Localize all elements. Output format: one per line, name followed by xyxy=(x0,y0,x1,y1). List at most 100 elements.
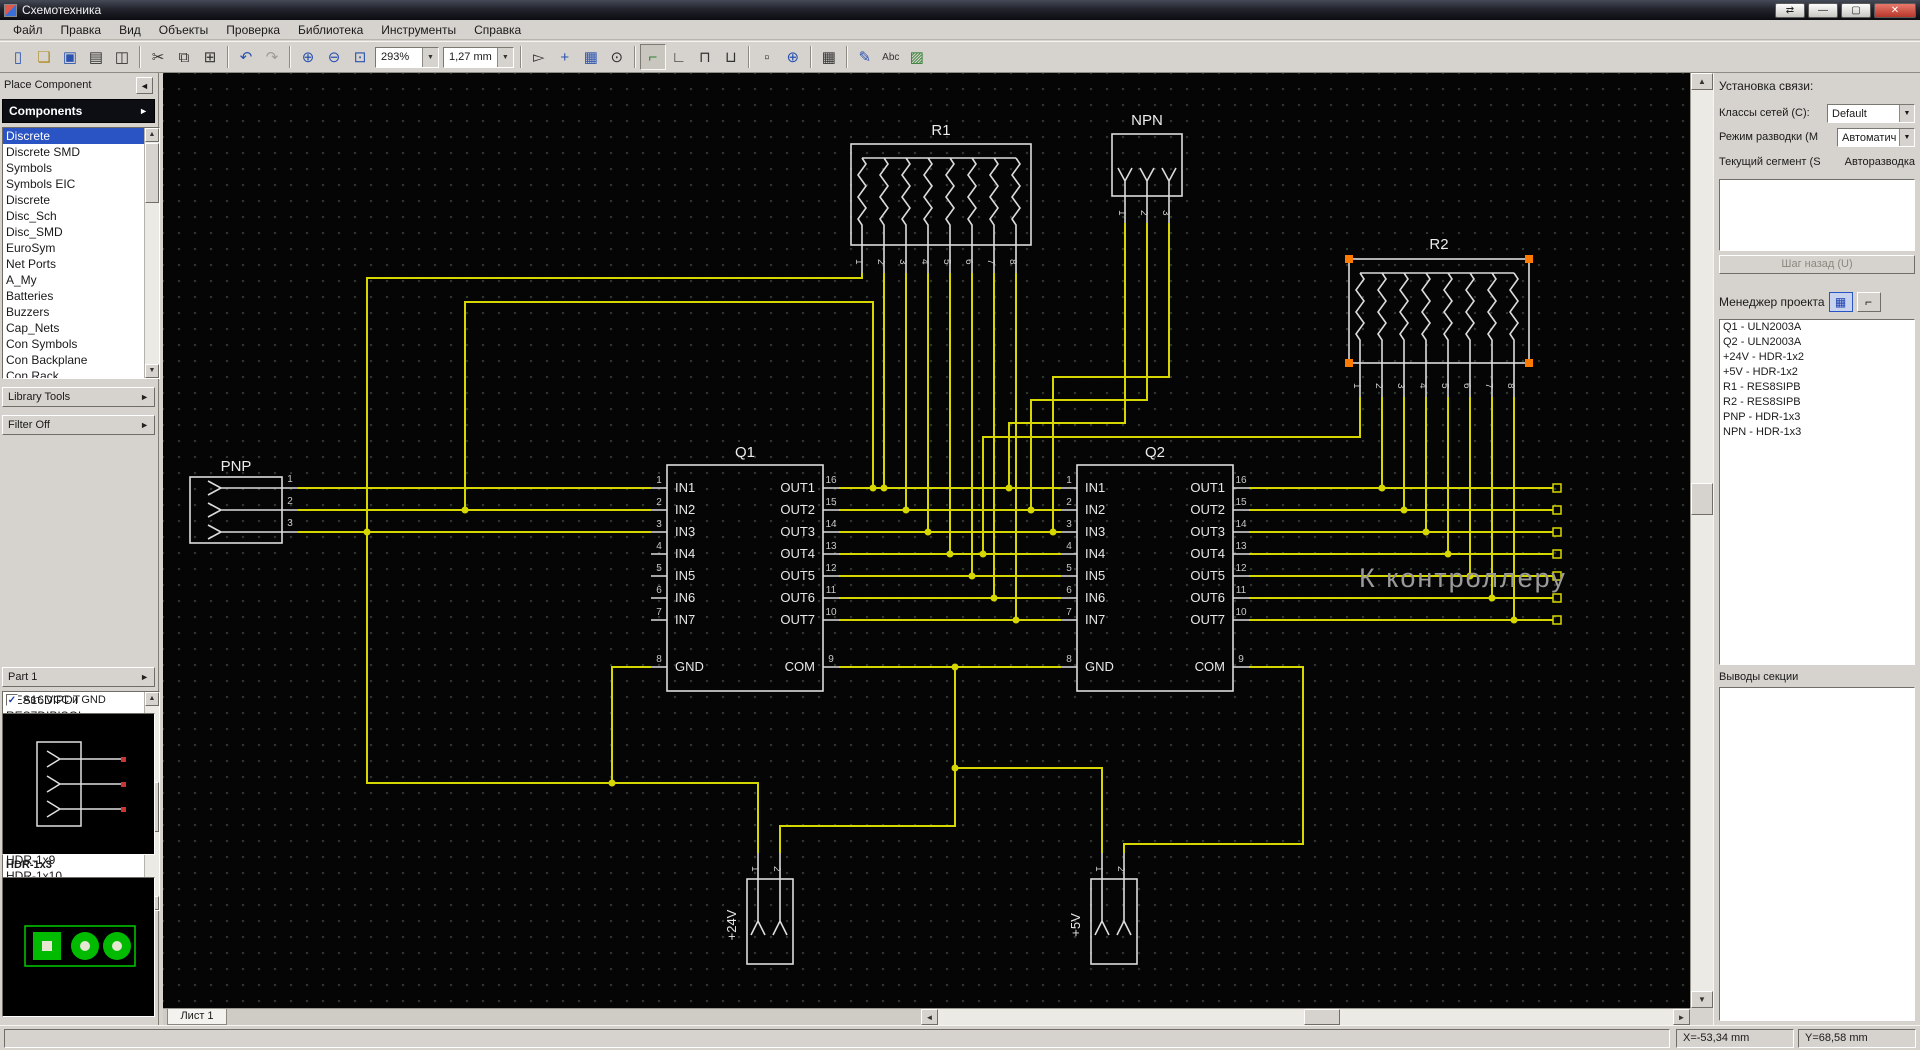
menu-item[interactable]: Проверка xyxy=(217,21,289,39)
wire[interactable] xyxy=(298,487,651,533)
library-list-scrollbar[interactable]: ▲ ▼ xyxy=(144,128,159,378)
project-component-item[interactable]: +24V - HDR-1x2 xyxy=(1720,350,1914,365)
title-bar[interactable]: Схемотехника ⇄ — ▢ ✕ xyxy=(0,0,1920,20)
cut-button[interactable]: ✂ xyxy=(145,44,171,70)
place-pad-button[interactable]: ▫ xyxy=(754,44,780,70)
library-list-item[interactable]: Discrete xyxy=(3,192,144,208)
chevron-down-icon[interactable]: ▼ xyxy=(1899,128,1914,146)
menu-item[interactable]: Библиотека xyxy=(289,21,372,39)
wire[interactable] xyxy=(366,273,1361,853)
project-component-item[interactable]: R1 - RES8SIPB xyxy=(1720,380,1914,395)
net-port[interactable] xyxy=(1552,483,1562,493)
net-port[interactable] xyxy=(1552,549,1562,559)
library-list-item[interactable]: Buzzers xyxy=(3,304,144,320)
scroll-down-icon[interactable]: ▼ xyxy=(145,364,159,378)
grid-step-combo[interactable]: 1,27 mm ▼ xyxy=(443,46,514,68)
switch-window-button[interactable]: ⇄ xyxy=(1775,2,1805,18)
minimize-button[interactable]: — xyxy=(1808,2,1838,18)
library-list-item[interactable]: Symbols EIC xyxy=(3,176,144,192)
scroll-left-icon[interactable]: ◄ xyxy=(921,1009,938,1025)
library-list-item[interactable]: Discrete SMD xyxy=(3,144,144,160)
library-list-item[interactable]: Disc_Sch xyxy=(3,208,144,224)
place-image-button[interactable]: ▨ xyxy=(904,44,930,70)
library-list-item[interactable]: Symbols xyxy=(3,160,144,176)
redo-button[interactable]: ↷ xyxy=(259,44,285,70)
menu-item[interactable]: Справка xyxy=(465,21,530,39)
library-list-item[interactable]: Disc_SMD xyxy=(3,224,144,240)
route-mode-combo[interactable]: Автоматич ▼ xyxy=(1837,127,1915,147)
r1-body[interactable] xyxy=(850,143,1032,246)
canvas-vertical-scrollbar[interactable]: ▲ ▼ xyxy=(1690,73,1713,1008)
scroll-down-icon[interactable]: ▼ xyxy=(1691,991,1713,1008)
schematic-canvas[interactable]: Q1 IN1 IN2 IN3 IN4 IN5 IN6 IN7 OUT1 OUT2… xyxy=(163,73,1690,1008)
net-port[interactable] xyxy=(1552,615,1562,625)
print-preview-button[interactable]: ◫ xyxy=(109,44,135,70)
r2-body[interactable] xyxy=(1348,258,1530,364)
v5-header-body[interactable] xyxy=(1090,878,1138,965)
chevron-down-icon[interactable]: ▼ xyxy=(1899,104,1914,122)
library-list-item[interactable]: A_My xyxy=(3,272,144,288)
net-port[interactable] xyxy=(1552,505,1562,515)
net-port[interactable] xyxy=(1552,593,1562,603)
scrollbar-thumb[interactable] xyxy=(1691,483,1713,515)
canvas-horizontal-scrollbar[interactable]: ◄ ► xyxy=(921,1009,1690,1025)
print-button[interactable]: ▤ xyxy=(83,44,109,70)
paste-button[interactable]: ⊞ xyxy=(197,44,223,70)
undo-button[interactable]: ↶ xyxy=(233,44,259,70)
zoom-level-combo[interactable]: 293% ▼ xyxy=(375,46,439,68)
edit-attributes-button[interactable]: ✎ xyxy=(852,44,878,70)
wire[interactable] xyxy=(883,273,1017,620)
project-component-item[interactable]: NPN - HDR-1x3 xyxy=(1720,425,1914,440)
library-list-item[interactable]: Discrete xyxy=(3,128,144,144)
net-port[interactable] xyxy=(1552,527,1562,537)
pnp-header-pins[interactable] xyxy=(207,480,298,540)
library-list-item[interactable]: Cap_Nets xyxy=(3,320,144,336)
place-text-button[interactable]: Abc xyxy=(878,44,904,70)
library-list-item[interactable]: Net Ports xyxy=(3,256,144,272)
scroll-right-icon[interactable]: ► xyxy=(1673,1009,1690,1025)
open-button[interactable]: ❏ xyxy=(31,44,57,70)
scrollbar-thumb[interactable] xyxy=(145,143,159,203)
search-button[interactable]: ⊙ xyxy=(604,44,630,70)
project-component-item[interactable]: Q1 - ULN2003A xyxy=(1720,320,1914,335)
v24-header-body[interactable] xyxy=(746,878,794,965)
wire-diagonal-button[interactable]: ∟ xyxy=(666,44,692,70)
scrollbar-thumb[interactable] xyxy=(1304,1009,1340,1025)
wire-arc-button[interactable]: ⊓ xyxy=(692,44,718,70)
step-back-button[interactable]: Шаг назад (U) xyxy=(1719,255,1915,274)
selection-handle[interactable] xyxy=(1525,359,1533,367)
spreadsheet-button[interactable]: ▦ xyxy=(816,44,842,70)
net-class-combo[interactable]: Default ▼ xyxy=(1827,103,1915,123)
selection-handle[interactable] xyxy=(1345,359,1353,367)
chevron-down-icon[interactable]: ▼ xyxy=(422,47,438,67)
project-component-item[interactable]: PNP - HDR-1x3 xyxy=(1720,410,1914,425)
save-button[interactable]: ▣ xyxy=(57,44,83,70)
scroll-up-icon[interactable]: ▲ xyxy=(1691,73,1713,90)
library-list-item[interactable]: Con Symbols xyxy=(3,336,144,352)
library-list-item[interactable]: EuroSym xyxy=(3,240,144,256)
menu-item[interactable]: Файл xyxy=(4,21,52,39)
selection-handle[interactable] xyxy=(1525,255,1533,263)
part-section-header[interactable]: Part 1 ► xyxy=(2,667,155,687)
library-list-item[interactable]: Batteries xyxy=(3,288,144,304)
select-tool-button[interactable]: ▻ xyxy=(526,44,552,70)
maximize-button[interactable]: ▢ xyxy=(1841,2,1871,18)
r2-resistors[interactable] xyxy=(1355,272,1519,397)
project-component-item[interactable]: R2 - RES8SIPB xyxy=(1720,395,1914,410)
zoom-window-button[interactable]: ⊡ xyxy=(347,44,373,70)
menu-item[interactable]: Объекты xyxy=(150,21,218,39)
place-port-button[interactable]: ⊕ xyxy=(780,44,806,70)
sheet-tab[interactable]: Лист 1 xyxy=(167,1009,227,1025)
zoom-out-button[interactable]: ⊖ xyxy=(321,44,347,70)
project-component-item[interactable]: +5V - HDR-1x2 xyxy=(1720,365,1914,380)
components-section-header[interactable]: Components ► xyxy=(2,99,155,123)
zoom-in-button[interactable]: ⊕ xyxy=(295,44,321,70)
wire-free-button[interactable]: ⊔ xyxy=(718,44,744,70)
auto-vcc-checkbox[interactable]: ✓ xyxy=(6,694,18,706)
chevron-down-icon[interactable]: ▼ xyxy=(496,47,513,67)
place-component-button[interactable]: ▦ xyxy=(578,44,604,70)
project-component-item[interactable]: Q2 - ULN2003A xyxy=(1720,335,1914,350)
library-list-item[interactable]: Con Backplane xyxy=(3,352,144,368)
library-list-item[interactable]: Con Rack xyxy=(3,368,144,378)
manager-wire-view-button[interactable]: ⌐ xyxy=(1856,292,1881,312)
